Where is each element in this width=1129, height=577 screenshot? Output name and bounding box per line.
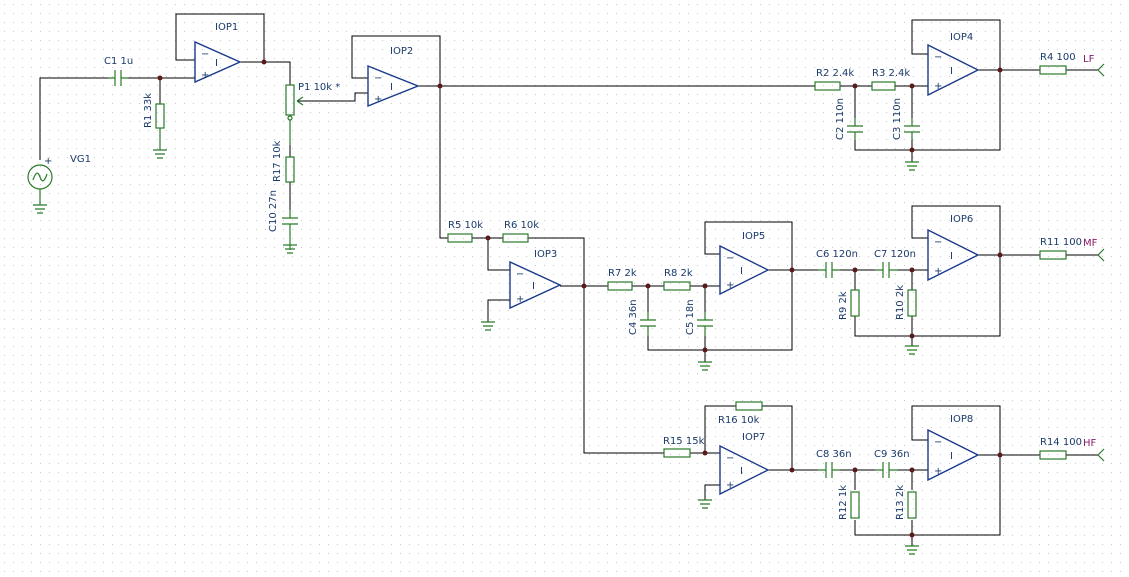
svg-text:I: I bbox=[215, 58, 218, 69]
svg-text:−: − bbox=[934, 237, 942, 248]
svg-text:−: − bbox=[934, 437, 942, 448]
opamp-label: IOP4 bbox=[950, 32, 973, 43]
svg-text:C2 110n: C2 110n bbox=[835, 98, 846, 140]
svg-text:R2 2.4k: R2 2.4k bbox=[816, 68, 854, 79]
svg-text:R6 10k: R6 10k bbox=[504, 220, 539, 231]
grid-background bbox=[0, 0, 1129, 577]
svg-text:+: + bbox=[374, 94, 382, 105]
svg-text:R1 33k: R1 33k bbox=[143, 93, 154, 128]
svg-text:R4 100: R4 100 bbox=[1040, 52, 1076, 63]
svg-text:R17 10k: R17 10k bbox=[272, 140, 283, 182]
opamp-label: IOP7 bbox=[742, 432, 765, 443]
svg-text:R8 2k: R8 2k bbox=[664, 268, 693, 279]
svg-text:R11 100: R11 100 bbox=[1040, 237, 1082, 248]
vg1-label: VG1 bbox=[70, 154, 91, 165]
svg-text:I: I bbox=[532, 281, 535, 292]
svg-text:R14 100: R14 100 bbox=[1040, 437, 1082, 448]
svg-text:R7 2k: R7 2k bbox=[608, 268, 637, 279]
svg-text:C7 120n: C7 120n bbox=[874, 249, 916, 260]
svg-text:+: + bbox=[726, 280, 734, 291]
svg-text:I: I bbox=[740, 466, 743, 477]
svg-text:I: I bbox=[950, 251, 953, 262]
svg-text:R15 15k: R15 15k bbox=[663, 436, 705, 447]
svg-text:−: − bbox=[934, 52, 942, 63]
svg-text:−: − bbox=[374, 73, 382, 84]
svg-text:I: I bbox=[740, 266, 743, 277]
svg-text:+: + bbox=[516, 294, 524, 305]
svg-text:C4 36n: C4 36n bbox=[628, 299, 639, 335]
svg-text:P1 10k *: P1 10k * bbox=[298, 82, 340, 93]
svg-text:+: + bbox=[201, 70, 209, 81]
svg-text:R13 2k: R13 2k bbox=[895, 485, 906, 520]
svg-text:LF: LF bbox=[1083, 54, 1095, 65]
schematic-canvas: − + I IOP1 − + I IOP2 − + I IOP3 − + I I… bbox=[0, 0, 1129, 577]
svg-text:+: + bbox=[44, 156, 52, 167]
svg-text:−: − bbox=[726, 453, 734, 464]
svg-text:+: + bbox=[934, 81, 942, 92]
svg-text:+: + bbox=[726, 480, 734, 491]
svg-text:HF: HF bbox=[1083, 438, 1097, 449]
opamp-label: IOP2 bbox=[390, 46, 413, 57]
svg-text:+: + bbox=[934, 266, 942, 277]
svg-text:C8 36n: C8 36n bbox=[816, 449, 852, 460]
svg-text:R9 2k: R9 2k bbox=[838, 291, 849, 320]
opamp-label: IOP5 bbox=[742, 231, 765, 242]
svg-text:C1 1u: C1 1u bbox=[104, 56, 133, 67]
opamp-label: IOP6 bbox=[950, 214, 973, 225]
svg-text:C5 18n: C5 18n bbox=[685, 299, 696, 335]
svg-text:R3 2.4k: R3 2.4k bbox=[872, 68, 910, 79]
svg-text:+: + bbox=[934, 466, 942, 477]
svg-text:I: I bbox=[950, 451, 953, 462]
svg-text:−: − bbox=[201, 49, 209, 60]
svg-text:C3 110n: C3 110n bbox=[892, 98, 903, 140]
svg-text:C10 27n: C10 27n bbox=[268, 190, 279, 232]
svg-text:R16 10k: R16 10k bbox=[718, 415, 760, 426]
svg-text:MF: MF bbox=[1083, 238, 1098, 249]
svg-text:−: − bbox=[516, 269, 524, 280]
svg-text:I: I bbox=[950, 66, 953, 77]
opamp-label: IOP1 bbox=[215, 22, 238, 33]
svg-text:C9 36n: C9 36n bbox=[874, 449, 910, 460]
opamp-label: IOP8 bbox=[950, 414, 973, 425]
svg-text:R12 1k: R12 1k bbox=[838, 485, 849, 520]
svg-text:I: I bbox=[390, 82, 393, 93]
svg-text:R5 10k: R5 10k bbox=[448, 220, 483, 231]
svg-text:−: − bbox=[726, 253, 734, 264]
svg-text:R10 2k: R10 2k bbox=[895, 285, 906, 320]
opamp-label: IOP3 bbox=[534, 249, 557, 260]
svg-text:C6 120n: C6 120n bbox=[816, 249, 858, 260]
